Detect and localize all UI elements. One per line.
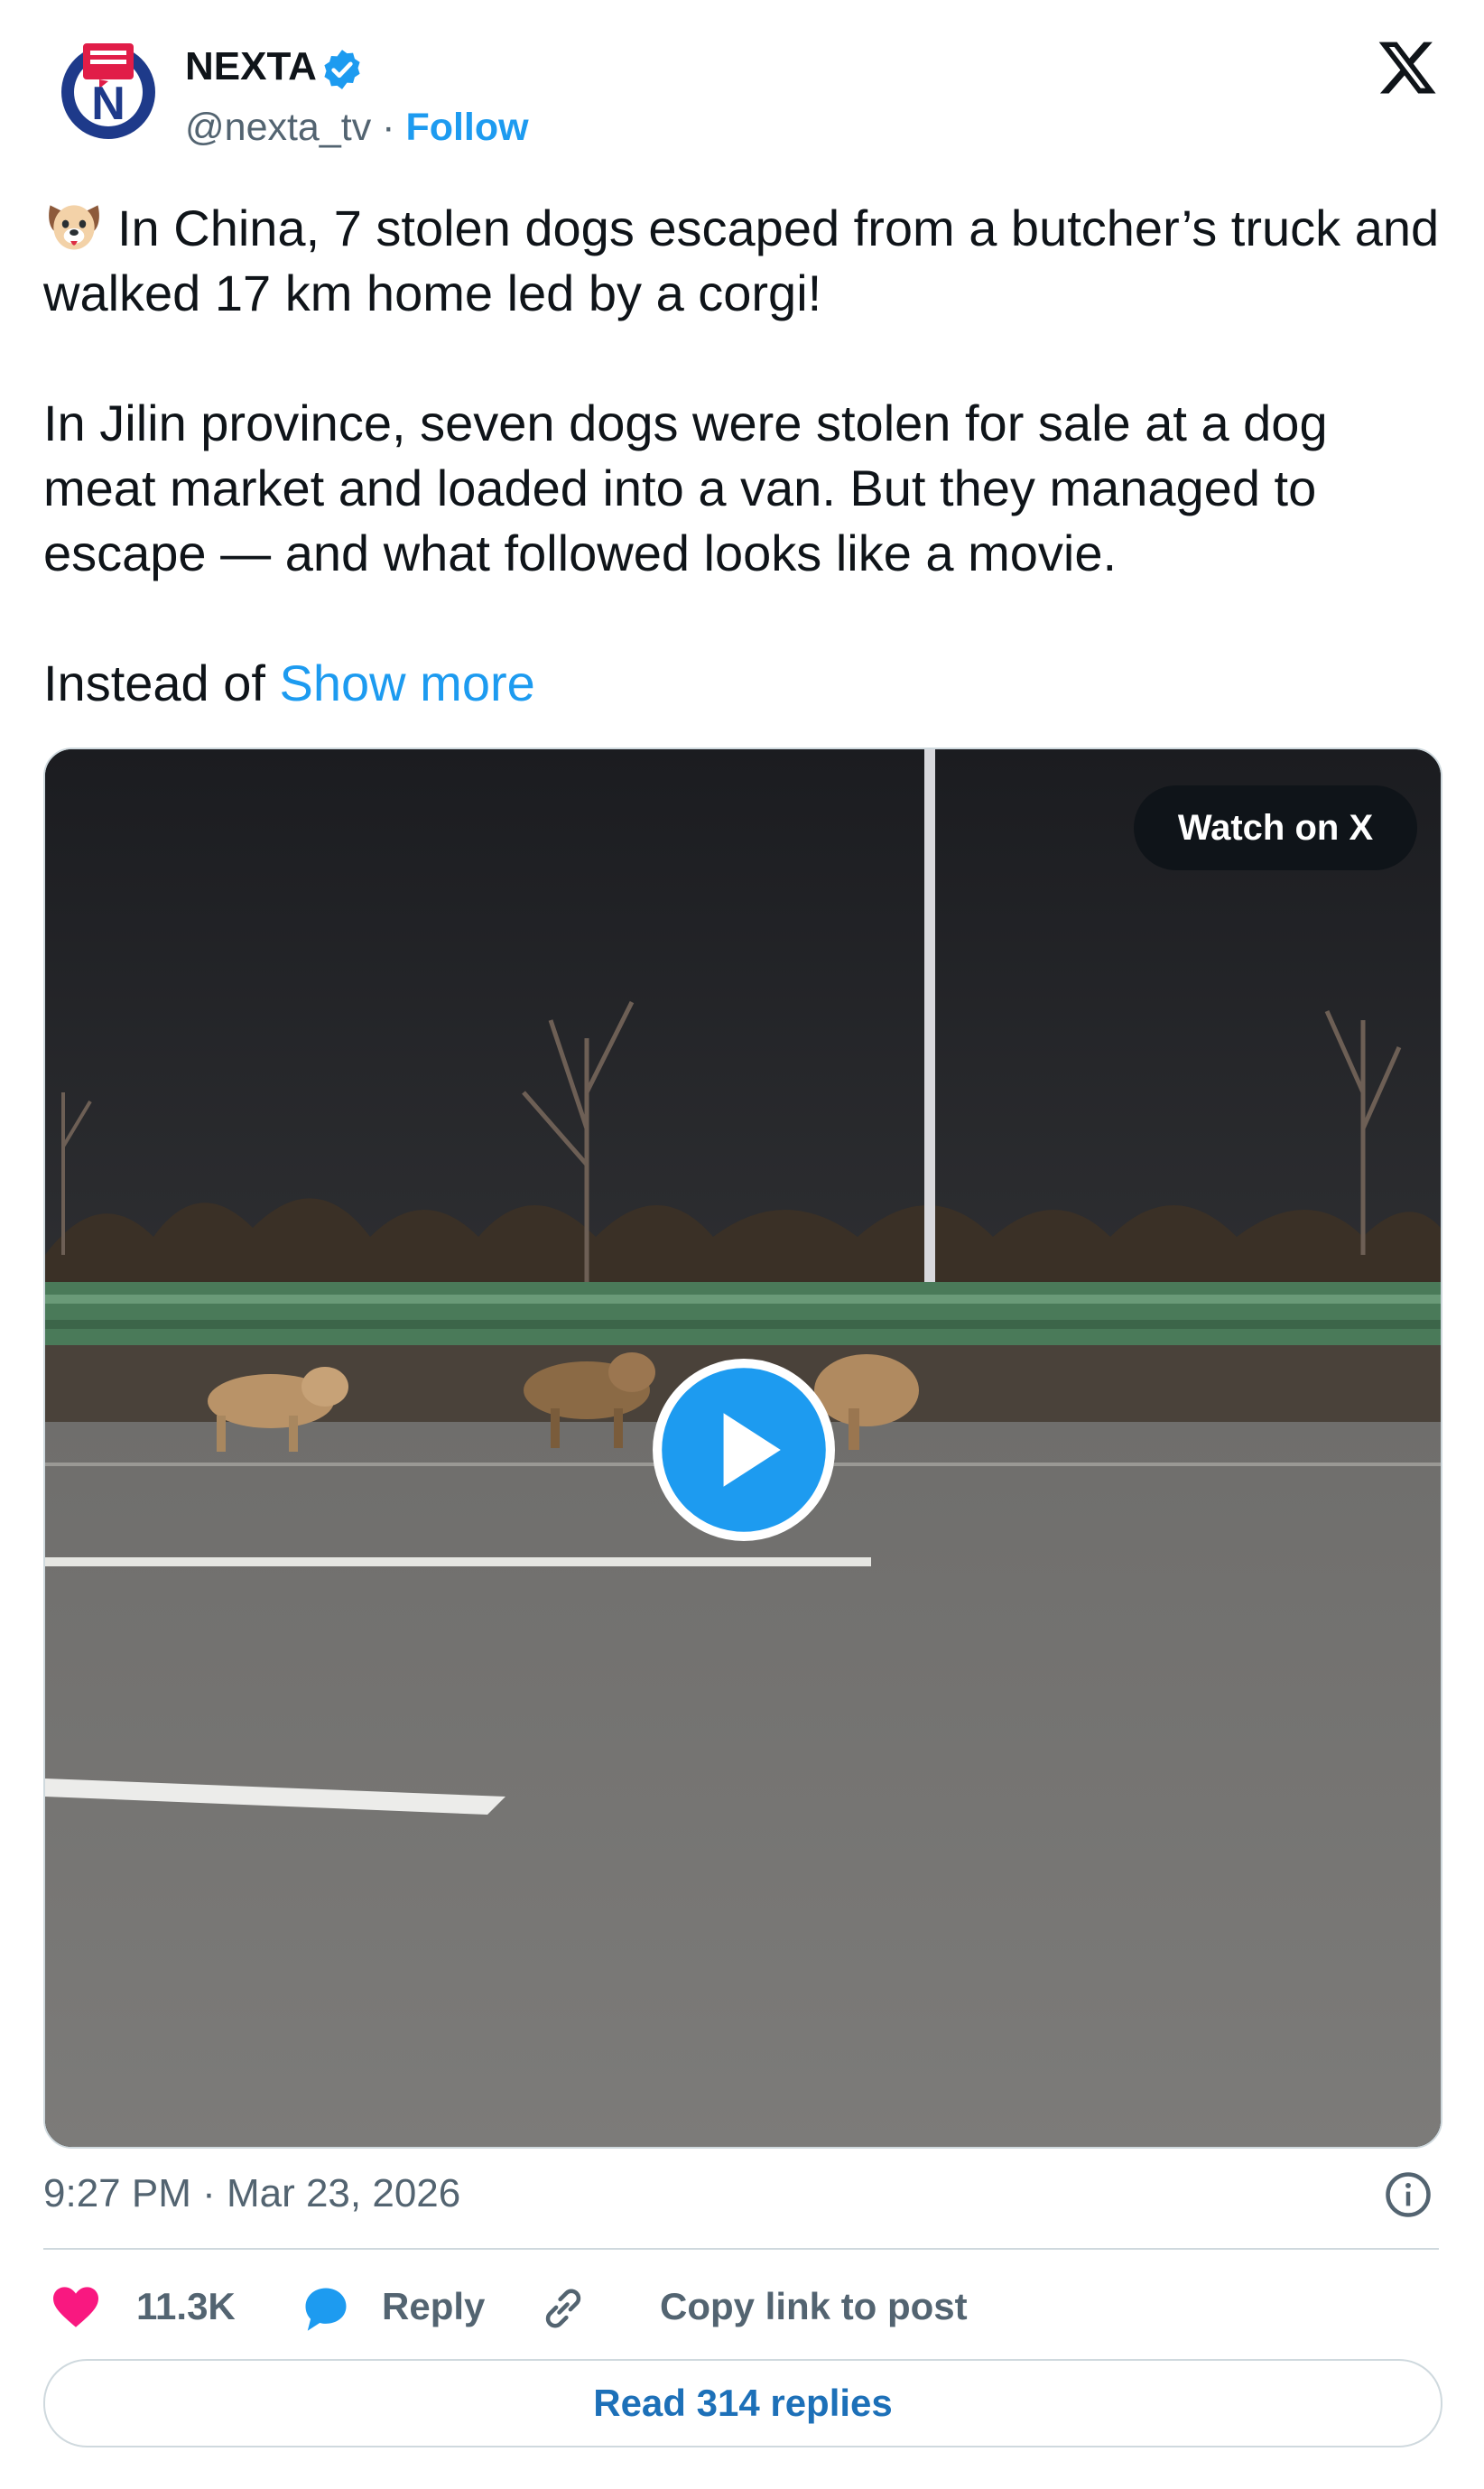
heart-icon [53,2287,98,2327]
tweet-timestamp[interactable]: 9:27 PM · Mar 23, 2026 [43,2167,460,2221]
reply-label: Reply [382,2285,486,2327]
play-icon[interactable] [652,1358,836,1542]
reply-bubble-icon [305,2288,347,2331]
like-count: 11.3K [136,2285,236,2327]
tweet-line-1: In China, 7 stolen dogs escaped from a b… [43,200,1440,321]
show-more-link[interactable]: Show more [280,655,535,711]
tweet-paragraph-1: In China, 7 stolen dogs escaped from a b… [43,195,1452,326]
divider [43,2248,1439,2250]
copy-link-label: Copy link to post [660,2285,968,2327]
svg-text:N: N [91,78,125,130]
tweet-paragraph-2: In Jilin province, seven dogs were stole… [43,395,1328,581]
watch-on-x-button[interactable]: Watch on X [1134,785,1417,870]
tweet-text: In China, 7 stolen dogs escaped from a b… [43,195,1452,716]
handle-separator: · [382,106,395,149]
tweet-paragraph-3: Instead of Show more [43,651,1452,716]
follow-button[interactable]: Follow [405,106,528,149]
nexta-logo-icon: N [61,43,155,139]
video-media[interactable]: Watch on X [43,748,1442,2149]
tweet-line-3: Instead of [43,655,265,711]
author-handle-row: @nexta_tv · Follow [185,103,529,152]
x-logo-icon[interactable] [1376,36,1439,99]
verified-badge-icon [324,50,360,89]
author-name[interactable]: NEXTA [185,43,317,90]
info-icon[interactable] [1384,2170,1433,2219]
link-icon [545,2289,581,2328]
author-handle[interactable]: @nexta_tv [185,106,371,149]
tweet-embed-card: N NEXTA @nexta_tv · Follow In China, 7 s… [0,0,1484,2489]
read-replies-button[interactable]: Read 314 replies [43,2359,1442,2447]
dog-face-icon [49,205,99,250]
author-avatar[interactable]: N [56,36,161,141]
